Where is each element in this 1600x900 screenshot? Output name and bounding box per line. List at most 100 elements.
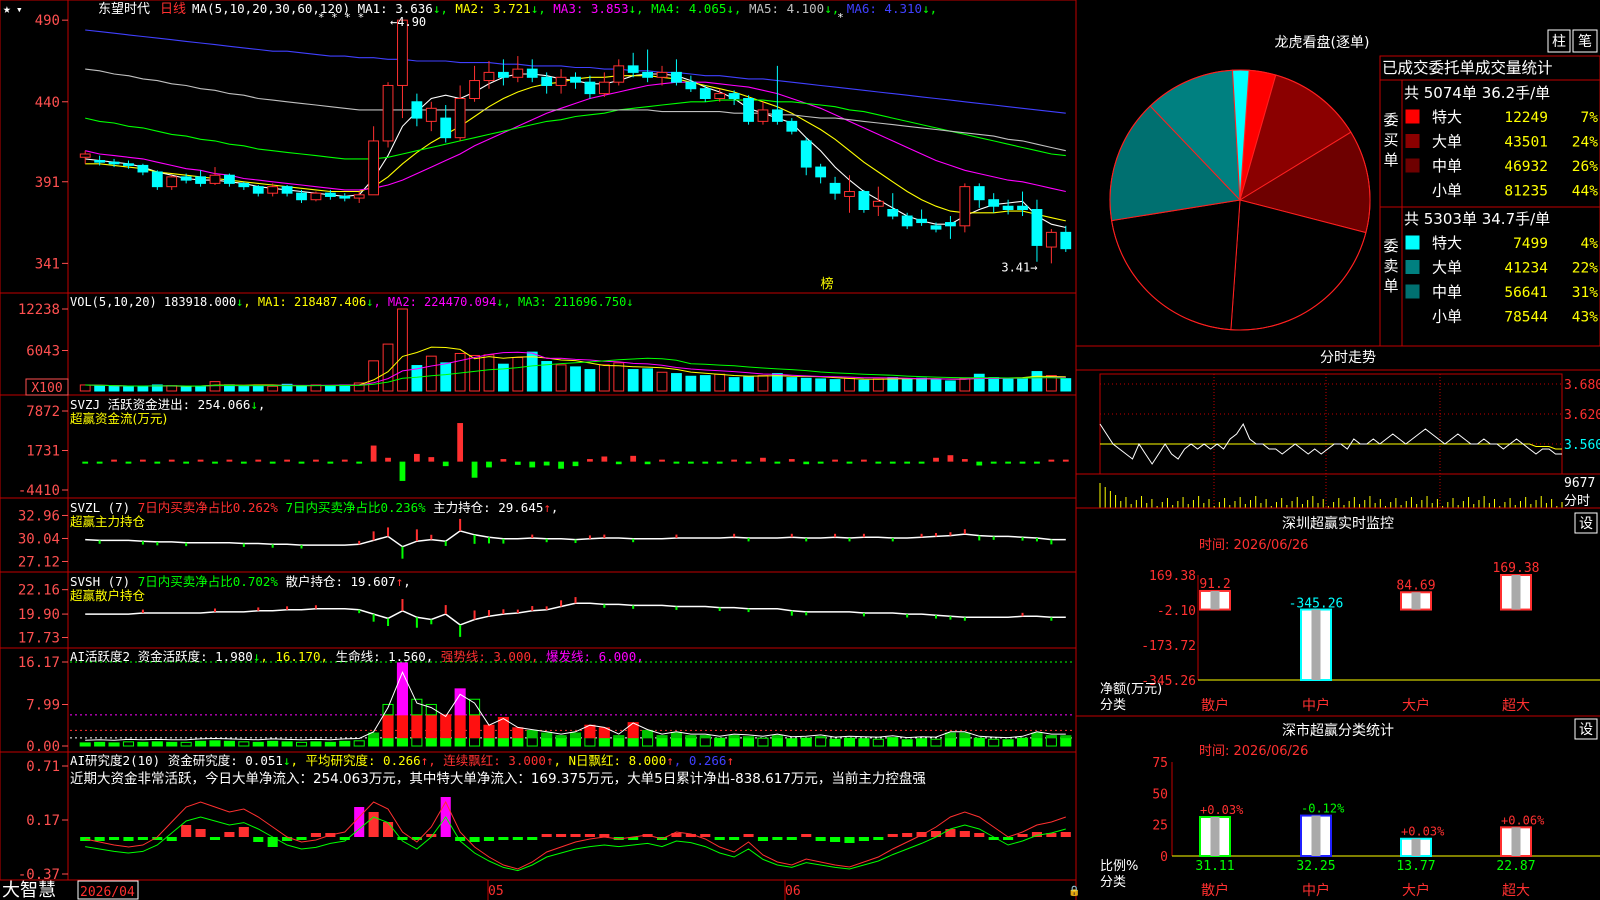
flow-bar[interactable] [327, 461, 334, 464]
activity-bar-base[interactable] [555, 737, 567, 747]
flow-bar[interactable] [457, 423, 464, 462]
activity-bar-base[interactable] [757, 737, 769, 747]
volume-bar[interactable] [1017, 378, 1028, 392]
candle-body[interactable] [699, 88, 711, 100]
volume-bar[interactable] [180, 386, 192, 392]
flow-bar[interactable] [947, 455, 954, 462]
activity-bar-base[interactable] [295, 741, 308, 747]
volume-bar[interactable] [137, 385, 149, 392]
research-bar[interactable] [469, 837, 480, 842]
research-bar[interactable] [786, 837, 797, 840]
volume-bar[interactable] [757, 375, 769, 392]
flow-bar[interactable] [413, 453, 420, 462]
candle-body[interactable] [930, 225, 942, 230]
activity-bar-base[interactable] [887, 737, 899, 747]
flow-bar[interactable] [846, 461, 853, 464]
flow-bar[interactable] [904, 461, 911, 464]
candle-body[interactable] [1045, 231, 1057, 248]
volume-bar[interactable] [671, 373, 682, 392]
activity-bar-base[interactable] [238, 741, 250, 747]
flow-bar[interactable] [183, 461, 190, 464]
flow-bar[interactable] [240, 461, 247, 464]
flow-bar[interactable] [1062, 459, 1069, 462]
candle-body[interactable] [570, 76, 581, 83]
flow-bar[interactable] [313, 459, 319, 462]
volume-bar[interactable] [79, 384, 91, 392]
research-bar[interactable] [700, 834, 711, 837]
flow-bar[interactable] [1048, 459, 1055, 462]
candle-body[interactable] [368, 140, 380, 196]
flow-bar[interactable] [788, 459, 795, 462]
flow-bar[interactable] [125, 461, 132, 464]
research-bar[interactable] [181, 825, 192, 837]
volume-bar[interactable] [930, 379, 942, 392]
activity-bar-base[interactable] [541, 737, 553, 747]
research-bar[interactable] [94, 837, 105, 841]
candle-body[interactable] [887, 209, 899, 217]
volume-bar[interactable] [526, 351, 538, 392]
candle-body[interactable] [1002, 205, 1014, 211]
candle-body[interactable] [728, 93, 740, 100]
activity-bar-base[interactable] [209, 740, 221, 747]
candle-body[interactable] [267, 186, 279, 194]
activity-bar-base[interactable] [714, 737, 726, 747]
activity-bar-base[interactable] [699, 737, 711, 747]
volume-bar[interactable] [699, 375, 711, 392]
research-bar[interactable] [556, 834, 567, 837]
activity-bar-base[interactable] [1002, 739, 1014, 747]
flow-bar[interactable] [1019, 461, 1026, 464]
flow-bar[interactable] [1034, 461, 1040, 464]
research-bar[interactable] [512, 837, 523, 840]
flow-bar[interactable] [514, 461, 521, 465]
research-bar[interactable] [1017, 834, 1028, 837]
research-bar[interactable] [873, 837, 884, 840]
flow-bar[interactable] [442, 461, 449, 467]
research-bar[interactable] [282, 837, 293, 841]
activity-bar-base[interactable] [670, 737, 682, 747]
flow-bar[interactable] [702, 461, 709, 464]
activity-bar-base[interactable] [440, 737, 452, 747]
flow-bar[interactable] [500, 459, 507, 462]
activity-bar-base[interactable] [642, 737, 654, 747]
flow-bar[interactable] [687, 461, 694, 464]
flow-bar[interactable] [587, 459, 593, 462]
research-bar[interactable] [830, 837, 841, 842]
candle-body[interactable] [1017, 205, 1028, 211]
volume-bar[interactable] [829, 379, 841, 392]
research-bar[interactable] [743, 834, 754, 837]
flow-bar[interactable] [284, 459, 290, 462]
flow-bar[interactable] [861, 459, 867, 462]
candle-body[interactable] [497, 71, 509, 78]
candle-body[interactable] [1031, 209, 1043, 246]
candle-body[interactable] [555, 76, 567, 86]
research-bar[interactable] [368, 812, 379, 837]
candle-body[interactable] [872, 200, 884, 207]
research-bar[interactable] [253, 837, 264, 842]
research-bar[interactable] [844, 837, 855, 843]
activity-bar-base[interactable] [901, 739, 913, 747]
activity-bar-base[interactable] [728, 737, 740, 747]
activity-bar-base[interactable] [656, 737, 668, 747]
flow-bar[interactable] [385, 457, 391, 462]
activity-bar-base[interactable] [79, 742, 91, 747]
candle-body[interactable] [123, 163, 134, 166]
research-bar[interactable] [959, 831, 970, 837]
research-bar[interactable] [209, 837, 221, 840]
candle-body[interactable] [526, 68, 538, 78]
volume-bar[interactable] [541, 361, 553, 392]
activity-bar-base[interactable] [512, 737, 524, 747]
volume-bar[interactable] [1060, 378, 1072, 392]
flow-bar[interactable] [399, 461, 406, 481]
activity-bar-base[interactable] [916, 738, 928, 747]
candle-body[interactable] [151, 171, 163, 188]
candle-body[interactable] [382, 84, 394, 142]
research-bar[interactable] [570, 834, 581, 837]
flow-bar[interactable] [716, 461, 723, 464]
flow-bar[interactable] [803, 461, 810, 465]
research-bar[interactable] [801, 834, 812, 837]
activity-bar-base[interactable] [94, 741, 106, 747]
flow-bar[interactable] [659, 459, 665, 462]
candle-body[interactable] [310, 192, 322, 201]
activity-bar-base[interactable] [613, 737, 625, 747]
candle-body[interactable] [440, 117, 452, 139]
